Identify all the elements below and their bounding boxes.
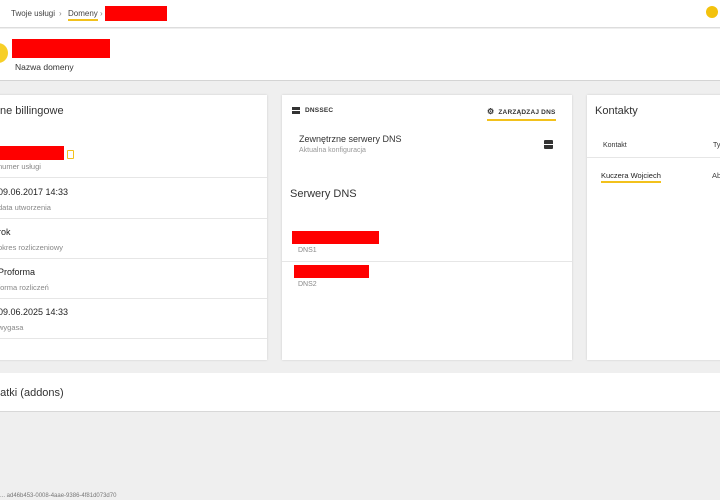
addons-section: datki (addons) [0,373,720,412]
billing-row: Proforma forma rozliczeń [0,259,267,299]
server-icon [292,107,300,114]
billing-row: 09.06.2017 14:33 data utworzenia [0,179,267,219]
billing-row: rok okres rozliczeniowy [0,219,267,259]
contacts-title: Kontakty [595,105,638,117]
contacts-col-contact: Kontakt [603,142,627,149]
copy-icon[interactable] [67,150,74,159]
redacted-dns1 [292,231,379,244]
billing-row-value: 09.06.2025 14:33 [0,307,69,317]
billing-row-label: forma rozliczeń [0,283,49,292]
tab-manage-dns[interactable]: ⚙ ZARZĄDZAJ DNS [487,107,556,121]
domain-icon [0,43,8,63]
breadcrumb-services-link[interactable]: Twoje usługi [11,9,55,18]
server-icon[interactable] [544,140,553,149]
billing-row-label: data utworzenia [0,203,51,212]
contacts-col-type: Ty [713,142,720,149]
billing-row-label: numer usługi [0,162,41,171]
dns-servers-title: Serwery DNS [290,188,357,200]
external-dns-title: Zewnętrzne serwery DNS [299,134,402,144]
billing-row-value: Proforma [0,267,36,277]
billing-row-label: okres rozliczeniowy [0,243,64,252]
contacts-card: Kontakty Kontakt Ty Kuczera Wojciech Ab [587,95,720,360]
billing-card: ne billingowe numer usługi 09.06.2017 14… [0,95,267,360]
breadcrumb-separator: › [59,9,62,18]
dns-server-label: DNS2 [298,281,317,288]
gear-icon: ⚙ [487,107,495,116]
billing-row: 09.06.2025 14:33 wygasa [0,299,267,339]
billing-row: numer usługi [0,138,267,178]
user-avatar-icon[interactable] [706,6,718,18]
breadcrumb-domains-link[interactable]: Domeny [68,9,98,21]
top-bar: Twoje usługi › Domeny › [0,0,720,28]
contact-type: Ab [712,171,720,180]
tab-manage-dns-label: ZARZĄDZAJ DNS [498,109,556,116]
tab-dnssec[interactable]: DNSSEC [292,107,333,114]
redacted-domain-crumb [105,6,167,21]
dns-server-label: DNS1 [298,247,317,254]
billing-row-label: wygasa [0,323,24,332]
contact-name-link[interactable]: Kuczera Wojciech [601,171,661,183]
domain-header: Nazwa domeny [0,29,720,81]
redacted-service-number [0,146,64,160]
addons-title: datki (addons) [0,387,64,399]
dns-server-row: DNS2 [282,263,572,300]
dns-card: DNSSEC ⚙ ZARZĄDZAJ DNS Zewnętrzne serwery… [282,95,572,360]
divider [587,157,720,158]
billing-title: ne billingowe [0,105,64,117]
footer-text: ... ad46b453-0008-4aae-9386-4f81d073d70 [0,493,117,499]
external-dns-subtitle: Aktualna konfiguracja [299,147,366,154]
domain-subtitle: Nazwa domeny [15,62,74,72]
redacted-domain-name [12,39,110,58]
dns-server-row: DNS1 [282,225,572,262]
billing-row-value: rok [0,227,11,237]
billing-row-value: 09.06.2017 14:33 [0,187,69,197]
breadcrumb-separator: › [100,9,103,18]
redacted-dns2 [294,265,369,278]
tab-dnssec-label: DNSSEC [305,107,334,115]
